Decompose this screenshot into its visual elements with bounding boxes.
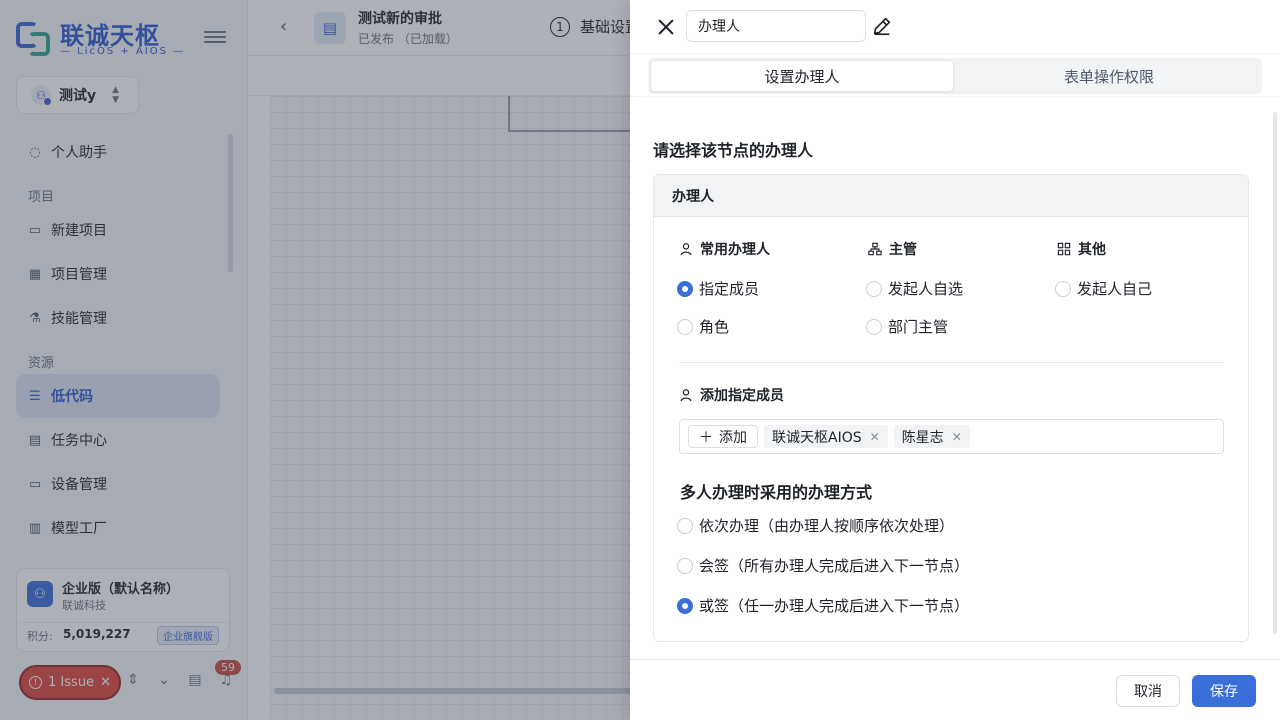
cancel-button[interactable]: 取消 [1116,675,1180,707]
modal-overlay[interactable] [0,0,630,720]
handler-card: 办理人 常用办理人 主管 其他 指定成员 角色 发起人自选 部门主管 发起人自己… [653,174,1249,642]
member-selector[interactable]: ＋ 添加 联诚天枢AIOS ✕ 陈星志 ✕ [679,419,1224,454]
option-specified-member[interactable]: 指定成员 [677,278,759,299]
save-button[interactable]: 保存 [1192,675,1256,707]
group-supervisor: 主管 [868,239,917,259]
add-member-title: 添加指定成员 [679,385,784,405]
member-tag: 联诚天枢AIOS ✕ [764,425,888,448]
group-common-handler: 常用办理人 [679,239,770,259]
option-countersign[interactable]: 会签（所有办理人完成后进入下一节点） [677,555,969,576]
plus-icon: ＋ [699,429,713,446]
drawer-tabs: 设置办理人 表单操作权限 [648,58,1262,94]
mode-title: 多人办理时采用的办理方式 [680,483,873,502]
option-sequential[interactable]: 依次办理（由办理人按顺序依次处理） [677,515,954,536]
radio-specified-member[interactable] [677,280,693,297]
radio-or-sign[interactable] [677,597,693,614]
radio-countersign[interactable] [677,557,693,574]
drawer-header [630,0,1280,54]
option-role[interactable]: 角色 [677,316,729,337]
drawer-body: 请选择该节点的办理人 办理人 常用办理人 主管 其他 指定成员 角色 发起人自选… [630,97,1280,659]
card-title: 办理人 [654,175,1248,217]
user-icon [680,389,692,402]
radio-sequential[interactable] [677,517,693,534]
tab-form-permissions[interactable]: 表单操作权限 [958,60,1260,92]
section-title: 请选择该节点的办理人 [653,141,814,160]
drawer-footer: 取消 保存 [630,659,1280,720]
divider [679,362,1224,363]
edit-pencil-icon[interactable] [871,15,893,37]
remove-tag-icon[interactable]: ✕ [870,430,880,444]
radio-initiator-self[interactable] [1055,280,1071,297]
grid-icon [1057,242,1071,256]
node-settings-drawer: 设置办理人 表单操作权限 请选择该节点的办理人 办理人 常用办理人 主管 其他 … [630,0,1280,720]
radio-initiator-choose[interactable] [866,280,882,297]
tab-set-handler[interactable]: 设置办理人 [650,60,954,92]
add-member-button[interactable]: ＋ 添加 [688,425,758,448]
drawer-scrollbar[interactable] [1273,112,1277,634]
close-icon[interactable] [654,15,678,39]
group-other: 其他 [1057,239,1106,259]
option-or-sign[interactable]: 或签（任一办理人完成后进入下一节点） [677,595,969,616]
option-dept-supervisor[interactable]: 部门主管 [866,316,948,337]
option-initiator-choose[interactable]: 发起人自选 [866,278,963,299]
user-icon [680,243,692,256]
remove-tag-icon[interactable]: ✕ [952,430,962,444]
org-chart-icon [868,242,882,256]
radio-dept-supervisor[interactable] [866,318,882,335]
option-initiator-self[interactable]: 发起人自己 [1055,278,1152,299]
radio-role[interactable] [677,318,693,335]
member-tag: 陈星志 ✕ [893,425,970,448]
node-name-input[interactable] [686,10,866,42]
